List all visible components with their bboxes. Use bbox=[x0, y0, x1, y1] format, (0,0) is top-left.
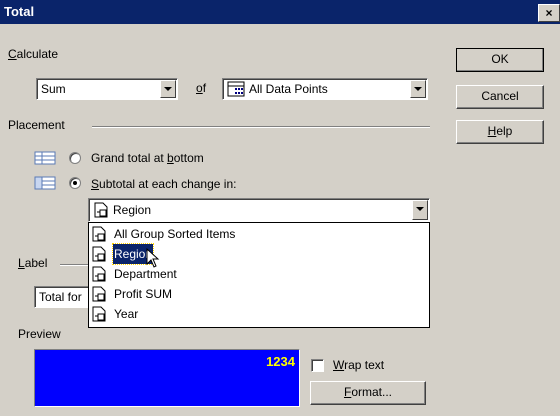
placement-separator bbox=[92, 126, 430, 128]
list-item-selected[interactable]: Region bbox=[91, 243, 427, 265]
calculate-label: Calculate bbox=[8, 47, 59, 61]
subtotal-option-label: Subtotal at each change in: bbox=[91, 177, 237, 191]
cancel-button[interactable]: Cancel bbox=[456, 85, 544, 109]
list-item[interactable]: Year bbox=[91, 304, 427, 324]
mouse-pointer-icon bbox=[146, 248, 160, 268]
list-item-label: Profit SUM bbox=[114, 287, 173, 301]
list-item[interactable]: All Group Sorted Items bbox=[91, 224, 427, 244]
wrap-text-checkbox[interactable] bbox=[311, 359, 324, 372]
format-button[interactable]: Format... bbox=[310, 381, 426, 405]
list-item-label: All Group Sorted Items bbox=[114, 227, 236, 241]
of-label: of bbox=[196, 81, 207, 95]
data-points-value: All Data Points bbox=[249, 82, 328, 96]
chevron-down-icon[interactable] bbox=[160, 80, 176, 98]
list-item[interactable]: Profit SUM bbox=[91, 284, 427, 304]
placement-label: Placement bbox=[8, 118, 65, 132]
chevron-down-icon[interactable] bbox=[412, 200, 428, 220]
function-select-value: Sum bbox=[41, 82, 66, 96]
grid-icon bbox=[227, 81, 245, 97]
group-item-icon bbox=[91, 226, 107, 242]
grand-total-option-label: Grand total at bottom bbox=[91, 151, 204, 165]
chevron-down-icon[interactable] bbox=[410, 80, 426, 98]
title-bar: Total × bbox=[0, 0, 560, 24]
window-title: Total bbox=[4, 4, 35, 19]
change-in-select[interactable]: Region bbox=[88, 198, 430, 222]
group-item-icon bbox=[91, 306, 107, 322]
grand-total-radio[interactable] bbox=[69, 152, 81, 164]
help-button[interactable]: Help bbox=[456, 120, 544, 144]
label-input-value: Total for bbox=[39, 290, 82, 304]
preview-label: Preview bbox=[18, 327, 61, 341]
group-item-icon bbox=[91, 286, 107, 302]
subtotal-layout-icon bbox=[34, 176, 56, 190]
change-in-dropdown-list[interactable]: All Group Sorted Items Region Department… bbox=[88, 222, 430, 328]
list-item[interactable]: Department bbox=[91, 264, 427, 284]
group-item-icon bbox=[93, 202, 109, 218]
change-in-value: Region bbox=[113, 203, 152, 217]
group-item-icon bbox=[91, 246, 107, 262]
grand-total-layout-icon bbox=[34, 151, 56, 165]
close-button[interactable]: × bbox=[538, 4, 560, 22]
group-item-icon bbox=[91, 266, 107, 282]
preview-number: 1234 bbox=[266, 354, 295, 369]
ok-button[interactable]: OK bbox=[456, 48, 544, 72]
preview-box: 1234 bbox=[34, 349, 300, 407]
list-item-label: Year bbox=[114, 307, 139, 321]
close-icon: × bbox=[545, 6, 553, 20]
wrap-text-label: Wrap text bbox=[333, 358, 385, 372]
data-points-select[interactable]: All Data Points bbox=[222, 78, 428, 100]
subtotal-radio[interactable] bbox=[69, 177, 81, 189]
function-select[interactable]: Sum bbox=[36, 78, 178, 100]
label-section-label: Label bbox=[18, 256, 48, 270]
